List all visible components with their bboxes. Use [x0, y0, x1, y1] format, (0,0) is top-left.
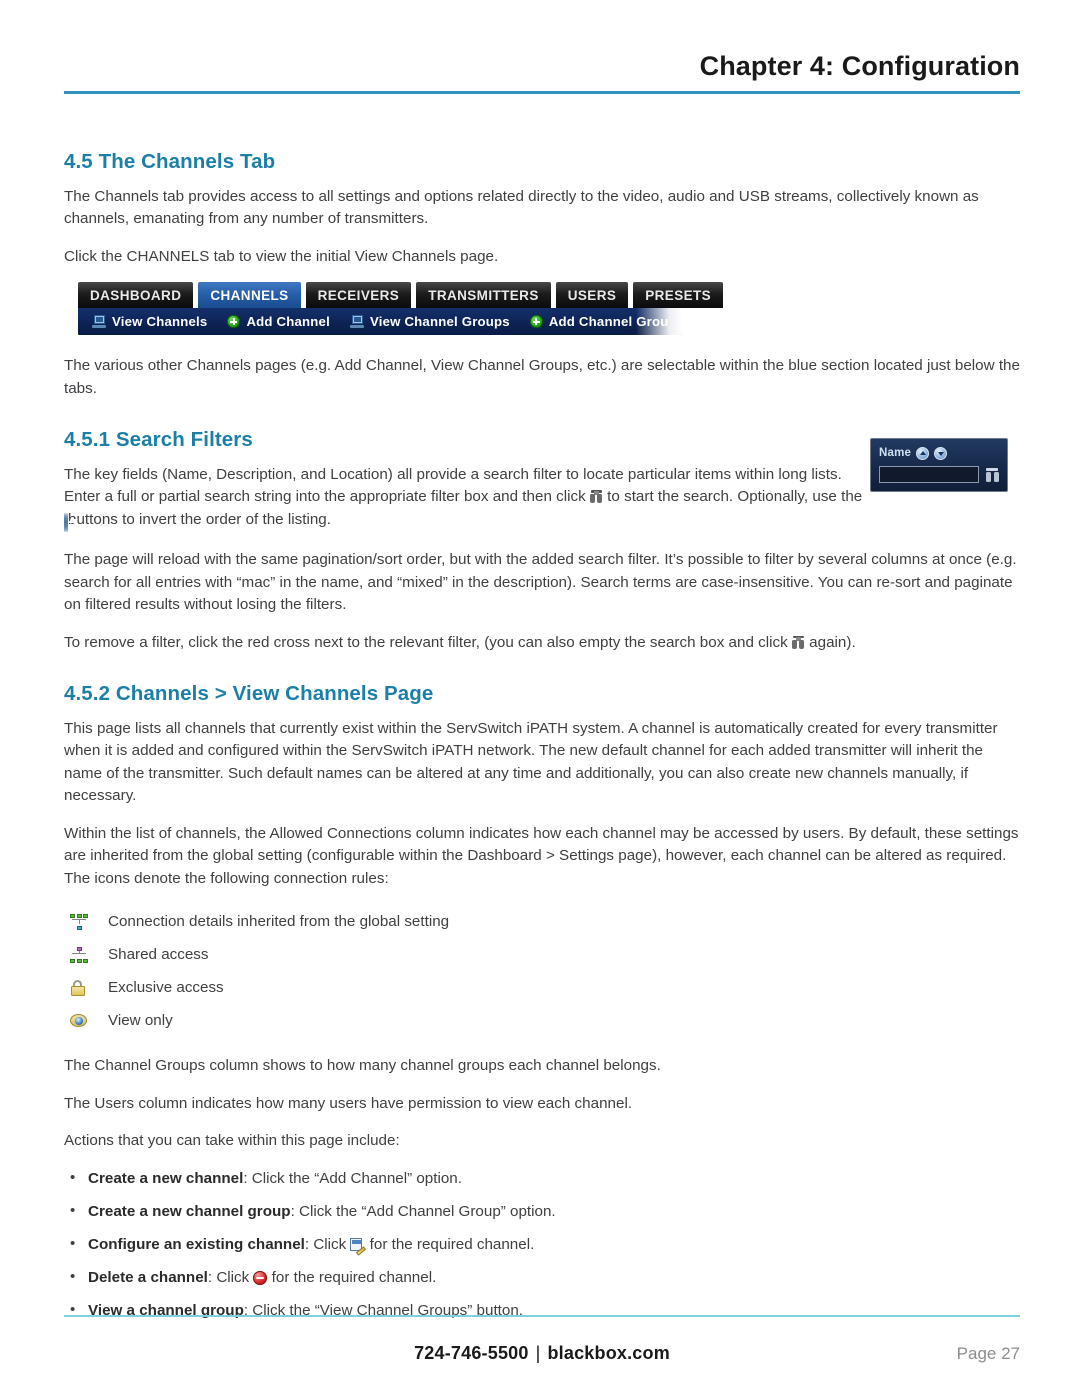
subnav-view-channels-label: View Channels	[112, 314, 208, 330]
footer-website: blackbox.com	[547, 1343, 670, 1363]
monitor-icon	[349, 315, 364, 329]
legend-icon-slot	[64, 946, 108, 963]
tab-dashboard[interactable]: DASHBOARD	[78, 282, 194, 309]
footer-phone: 724-746-5500	[414, 1343, 529, 1363]
binoculars-icon	[792, 635, 805, 649]
bullet-lead: Create a new channel group	[88, 1202, 291, 1220]
edit-icon	[350, 1237, 367, 1256]
filter-widget-row	[879, 466, 999, 483]
bullet-tail: for the required channel.	[365, 1235, 535, 1253]
bullet-lead: Configure an existing channel	[88, 1235, 305, 1253]
footer-divider	[64, 1315, 1020, 1317]
tab-presets[interactable]: PRESETS	[633, 282, 724, 309]
sort-descending-icon	[66, 512, 68, 532]
paragraph-text-b: again).	[804, 633, 856, 651]
green-plus-icon	[227, 315, 241, 329]
paragraph-4-5-1-1: The key fields (Name, Description, and L…	[64, 464, 864, 535]
subnav-add-channel-group[interactable]: Add Channel Grou	[529, 314, 669, 330]
filter-widget-label: Name	[879, 447, 912, 459]
monitor-icon	[92, 315, 106, 329]
paragraph-text-b: to start the search. Optionally, use the	[602, 488, 863, 506]
page-footer: 724-746-5500 | blackbox.com Page 27	[64, 1315, 1020, 1367]
subnav-add-channel[interactable]: Add Channel	[227, 314, 330, 329]
channels-subnav: View Channels Add Channel View Channel G…	[78, 308, 682, 336]
page-header: Chapter 4: Configuration	[64, 51, 1020, 94]
paragraph-4-5-1-3: To remove a filter, click the red cross …	[64, 632, 1020, 655]
legend-item-exclusive: Exclusive access	[64, 971, 1020, 1004]
network-inherited-icon	[70, 913, 88, 930]
paragraph-4-5-2: Click the CHANNELS tab to view the initi…	[64, 247, 499, 265]
bullet-rest: : Click	[304, 1235, 351, 1253]
channels-tab-screenshot: DASHBOARD CHANNELS RECEIVERS TRANSMITTER…	[78, 282, 724, 336]
tab-channels[interactable]: CHANNELS	[198, 282, 301, 309]
paragraph-4-5-1: The Channels tab provides access to all …	[64, 187, 979, 228]
legend-item-view-only: View only	[64, 1004, 1020, 1037]
list-item: Create a new channel: Click the “Add Cha…	[64, 1167, 1020, 1190]
paragraph-4-5-2-1: This page lists all channels that curren…	[64, 719, 998, 805]
legend-item-inherited: Connection details inherited from the gl…	[64, 905, 1020, 938]
sort-ascending-icon[interactable]	[916, 446, 930, 460]
tab-users[interactable]: USERS	[555, 282, 629, 309]
subnav-view-channels[interactable]: View Channels	[92, 314, 207, 329]
green-plus-icon	[529, 315, 543, 329]
padlock-icon	[70, 979, 85, 996]
legend-label-exclusive: Exclusive access	[108, 979, 224, 997]
legend-label-inherited: Connection details inherited from the gl…	[108, 913, 450, 931]
footer-separator: |	[535, 1343, 541, 1363]
paragraph-4-5-1-2: The page will reload with the same pagin…	[64, 551, 1017, 614]
legend-item-shared: Shared access	[64, 938, 1020, 971]
legend-label-shared: Shared access	[108, 946, 209, 964]
paragraph-text-a: To remove a filter, click the red cross …	[64, 633, 792, 651]
network-shared-icon	[70, 946, 88, 963]
paragraph-4-5-2-3: The Channel Groups column shows to how m…	[64, 1057, 661, 1075]
tab-bar: DASHBOARD CHANNELS RECEIVERS TRANSMITTER…	[78, 282, 724, 309]
legend-icon-slot	[64, 913, 108, 930]
paragraph-4-5-2-5: Actions that you can take within this pa…	[64, 1132, 400, 1150]
paragraph-4-5-3: The various other Channels pages (e.g. A…	[64, 357, 1020, 397]
header-divider	[64, 90, 1020, 94]
legend-label-view-only: View only	[108, 1012, 173, 1030]
subnav-view-channel-groups[interactable]: View Channel Groups	[349, 314, 510, 330]
list-item: Configure an existing channel: Click for…	[64, 1233, 1020, 1256]
footer-content: 724-746-5500 | blackbox.com Page 27	[64, 1343, 1020, 1367]
chapter-title: Chapter 4: Configuration	[699, 51, 1020, 81]
binoculars-icon[interactable]	[985, 467, 999, 482]
legend-icon-slot	[64, 979, 108, 996]
delete-icon	[253, 1270, 268, 1285]
tab-receivers[interactable]: RECEIVERS	[305, 282, 412, 309]
bullet-rest: : Click the “Add Channel Group” option.	[290, 1202, 556, 1220]
legend-icon-slot	[64, 1014, 108, 1028]
filter-search-input[interactable]	[879, 466, 979, 483]
page-number: Page 27	[956, 1344, 1020, 1363]
eye-icon	[70, 1014, 87, 1028]
subnav-view-channel-groups-label: View Channel Groups	[369, 314, 510, 330]
bullet-rest: : Click	[207, 1268, 254, 1286]
list-item: Create a new channel group: Click the “A…	[64, 1200, 1020, 1223]
binoculars-icon	[590, 490, 603, 504]
subnav-add-channel-group-label: Add Channel Grou	[548, 314, 669, 330]
bullet-tail: for the required channel.	[267, 1268, 437, 1286]
sort-descending-icon[interactable]	[934, 446, 948, 460]
document-page: Chapter 4: Configuration 4.5 The Channel…	[0, 0, 1080, 1397]
bullet-lead: Delete a channel	[88, 1268, 208, 1286]
tab-transmitters[interactable]: TRANSMITTERS	[416, 282, 551, 309]
section-heading-4-5-2: 4.5.2 Channels > View Channels Page	[64, 682, 434, 706]
paragraph-4-5-2-4: The Users column indicates how many user…	[64, 1094, 633, 1112]
actions-list: Create a new channel: Click the “Add Cha…	[64, 1167, 1020, 1322]
footer-contact: 724-746-5500 | blackbox.com	[64, 1343, 1020, 1364]
filter-widget-header: Name	[879, 445, 999, 461]
paragraph-text-c: buttons to invert the order of the listi…	[68, 510, 331, 528]
section-heading-4-5: 4.5 The Channels Tab	[64, 150, 276, 173]
subnav-add-channel-label: Add Channel	[246, 314, 330, 330]
paragraph-4-5-2-2: Within the list of channels, the Allowed…	[64, 824, 1019, 887]
connection-rules-legend: Connection details inherited from the gl…	[64, 905, 1020, 1037]
bullet-lead: Create a new channel	[88, 1169, 244, 1187]
list-item: Delete a channel: Click for the required…	[64, 1266, 1020, 1289]
bullet-rest: : Click the “Add Channel” option.	[243, 1169, 462, 1187]
document-body: 4.5 The Channels Tab The Channels tab pr…	[64, 150, 1020, 1333]
name-search-filter-widget: Name	[870, 438, 1008, 492]
